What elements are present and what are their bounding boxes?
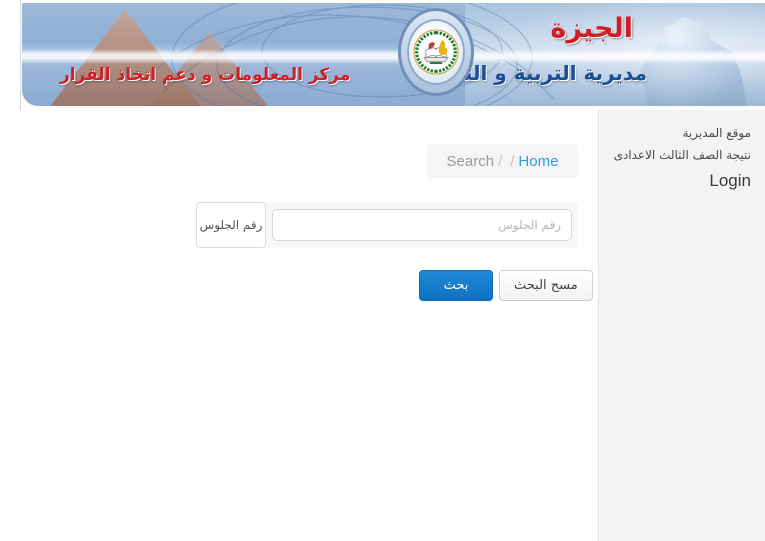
- banner-title-main: الجيزة: [550, 13, 634, 44]
- breadcrumb-item-search[interactable]: Search: [447, 153, 495, 170]
- sidebar-item-login[interactable]: Login: [609, 166, 751, 196]
- emblem-crest: [413, 29, 459, 75]
- seat-number-input-shell: [266, 202, 578, 248]
- breadcrumb-separator-2: /: [510, 152, 515, 170]
- site-banner: الجيزة مديرية التربية و التعليم مركز الم…: [22, 3, 765, 106]
- seat-number-label: رقم الجلوس: [196, 202, 266, 248]
- breadcrumb-separator-1: /: [498, 152, 503, 170]
- sidebar-nav: موقع المديرية نتيجة الصف الثالث الاعدادى…: [599, 110, 765, 541]
- form-actions: بحث مسح البحث: [419, 270, 593, 301]
- banner-highlight-band: [22, 49, 765, 64]
- seat-number-input[interactable]: [272, 209, 572, 241]
- breadcrumb-item-home[interactable]: Home: [518, 153, 558, 170]
- sidebar-item-grade3-result[interactable]: نتيجة الصف الثالث الاعدادى: [609, 144, 751, 166]
- search-button[interactable]: بحث: [419, 270, 493, 301]
- sidebar-item-directorate-site[interactable]: موقع المديرية: [609, 122, 751, 144]
- clear-search-button[interactable]: مسح البحث: [499, 270, 593, 301]
- ministry-emblem-icon: [398, 8, 474, 96]
- breadcrumb: Search / / Home: [427, 144, 578, 178]
- page-root: الجيزة مديرية التربية و التعليم مركز الم…: [0, 0, 765, 541]
- banner-title-left: مركز المعلومات و دعم اتخاذ القرار: [60, 65, 351, 85]
- seat-number-form-group: رقم الجلوس: [196, 202, 578, 248]
- left-rule-divider: [20, 0, 21, 110]
